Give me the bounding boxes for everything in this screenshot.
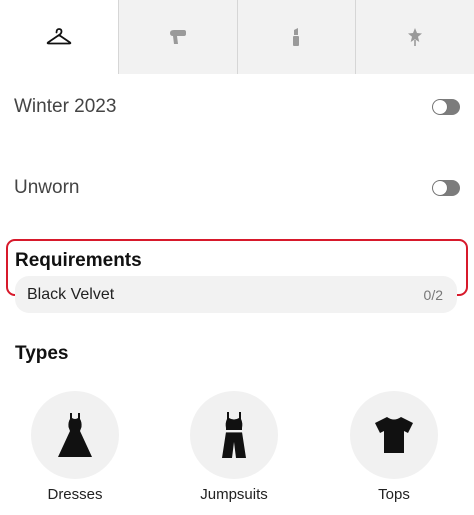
type-label: Tops — [378, 486, 410, 503]
tab-makeup[interactable] — [236, 0, 356, 74]
filter-toggle-winter-2023[interactable] — [432, 99, 460, 115]
filter-row-winter-2023: Winter 2023 — [14, 96, 460, 118]
tab-clothing[interactable] — [0, 0, 118, 74]
filter-label: Unworn — [14, 177, 80, 198]
filter-label: Winter 2023 — [14, 96, 117, 117]
tab-hair[interactable] — [117, 0, 237, 74]
tab-accessories[interactable] — [355, 0, 474, 74]
dress-icon — [58, 413, 92, 457]
type-icon-circle — [190, 391, 278, 479]
type-label: Dresses — [47, 486, 103, 503]
type-dresses[interactable]: Dresses — [15, 391, 135, 503]
filter-row-unworn: Unworn — [14, 177, 460, 199]
filter-toggle-unworn[interactable] — [432, 180, 460, 196]
type-icon-circle — [350, 391, 438, 479]
tshirt-icon — [375, 417, 413, 453]
type-jumpsuits[interactable]: Jumpsuits — [174, 391, 294, 503]
requirement-label: Black Velvet — [27, 285, 115, 303]
toggle-knob — [433, 100, 447, 114]
requirement-count: 0/2 — [423, 286, 443, 303]
jumpsuit-icon — [222, 412, 246, 458]
type-icon-circle — [31, 391, 119, 479]
toggle-knob — [433, 181, 447, 195]
hair-dryer-icon — [169, 30, 186, 44]
star-pin-icon — [408, 28, 423, 46]
requirement-item-black-velvet[interactable]: Black Velvet 0/2 — [15, 276, 457, 313]
type-tops[interactable]: Tops — [334, 391, 454, 503]
type-label: Jumpsuits — [200, 486, 268, 503]
types-title: Types — [15, 343, 69, 364]
lipstick-icon — [293, 28, 300, 46]
category-tab-bar — [0, 0, 474, 74]
hanger-icon — [46, 28, 72, 45]
requirements-title: Requirements — [15, 250, 142, 271]
